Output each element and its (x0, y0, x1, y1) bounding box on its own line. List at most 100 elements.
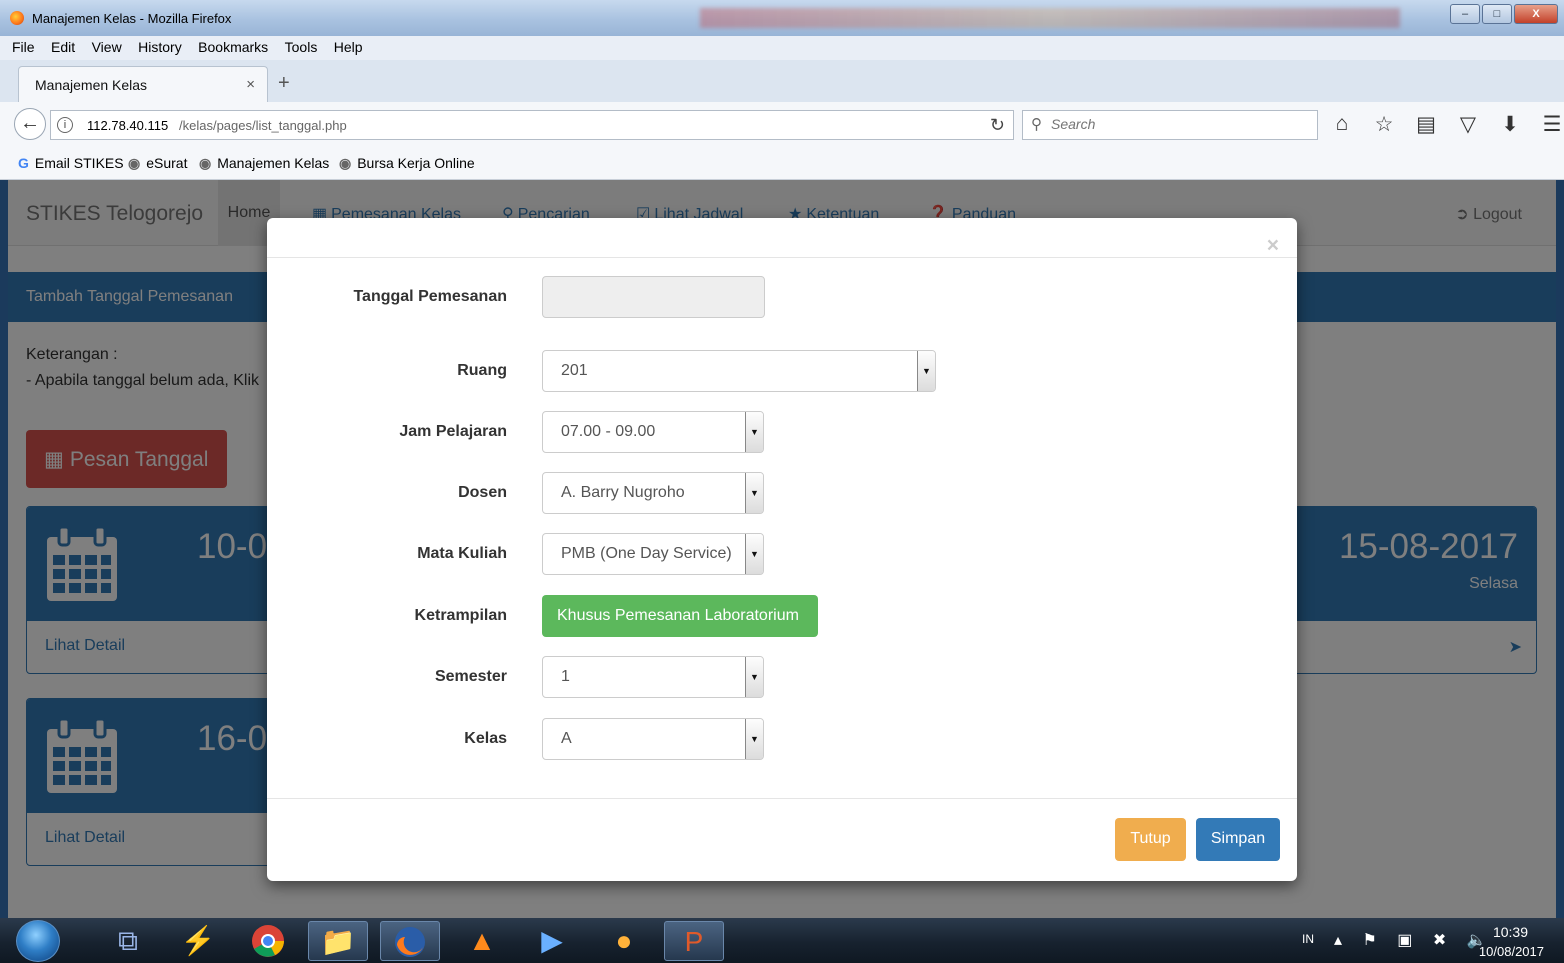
label-kelas: Kelas (464, 730, 507, 747)
url-bar[interactable]: i 112.78.40.115 /kelas/pages/list_tangga… (50, 110, 1014, 140)
dropdown-arrow-icon[interactable]: ▼ (745, 412, 763, 452)
globe-icon: ◉ (199, 155, 212, 171)
globe-icon: ◉ (128, 155, 141, 171)
bookmark-esurat[interactable]: ◉ eSurat (128, 155, 187, 172)
label-dosen: Dosen (458, 484, 507, 501)
label-semester: Semester (434, 668, 507, 685)
chrome-icon[interactable] (238, 921, 298, 961)
minimize-button[interactable]: – (1450, 4, 1480, 24)
dropdown-arrow-icon[interactable]: ▼ (745, 534, 763, 574)
modal-header: × (267, 218, 1297, 258)
kelas-select[interactable]: A ▼ (542, 718, 764, 760)
menubar: File Edit View History Bookmarks Tools H… (0, 36, 1564, 60)
close-window-button[interactable]: X (1514, 4, 1558, 24)
system-tray: IN ▴ ⚑ ▣ ✖ 🔈 10:39 10/08/2017 (1284, 918, 1564, 963)
window-title: Manajemen Kelas - Mozilla Firefox (32, 11, 232, 26)
hamburger-menu-icon[interactable]: ☰ (1540, 112, 1564, 137)
label-ketrampilan: Ketrampilan (414, 607, 507, 624)
dosen-value: A. Barry Nugroho (561, 484, 685, 501)
jam-pelajaran-select[interactable]: 07.00 - 09.00 ▼ (542, 411, 764, 453)
dosen-select[interactable]: A. Barry Nugroho ▼ (542, 472, 764, 514)
file-explorer-icon[interactable]: 📁 (308, 921, 368, 961)
url-path: /kelas/pages/list_tanggal.php (179, 118, 347, 133)
powerpoint-icon[interactable]: P (664, 921, 724, 961)
site-info-icon[interactable]: i (57, 117, 73, 133)
tab-close-icon[interactable]: × (246, 76, 255, 93)
menu-file[interactable]: File (12, 39, 35, 55)
window-titlebar: Manajemen Kelas - Mozilla Firefox – □ X (0, 0, 1564, 36)
bookmark-label: Manajemen Kelas (217, 155, 330, 171)
firefox-icon (10, 11, 24, 25)
bookmark-email-stikes[interactable]: G Email STIKES (18, 155, 124, 171)
menu-tools[interactable]: Tools (285, 39, 318, 55)
vlc-icon[interactable]: ▲ (452, 921, 512, 961)
url-host: 112.78.40.115 (87, 118, 169, 133)
label-mata-kuliah: Mata Kuliah (417, 545, 507, 562)
pocket-icon[interactable]: ▽ (1456, 112, 1480, 137)
menu-edit[interactable]: Edit (51, 39, 75, 55)
navigation-toolbar: ← i 112.78.40.115 /kelas/pages/list_tang… (0, 102, 1564, 146)
clock-time[interactable]: 10:39 (1493, 924, 1528, 940)
menu-help[interactable]: Help (334, 39, 363, 55)
mail-app-icon[interactable]: ⧉ (98, 921, 158, 961)
language-indicator[interactable]: IN (1302, 932, 1314, 946)
bookmark-star-icon[interactable]: ☆ (1372, 112, 1396, 137)
dropdown-arrow-icon[interactable]: ▼ (745, 657, 763, 697)
kelas-value: A (561, 730, 572, 747)
clock-date[interactable]: 10/08/2017 (1479, 944, 1544, 959)
windows-taskbar: ⧉ ⚡ 📁 ▲ ▶ ● P IN ▴ ⚑ ▣ ✖ 🔈 10:39 10/08/2… (0, 918, 1564, 963)
bookmark-label: eSurat (146, 155, 188, 171)
tab-label: Manajemen Kelas (35, 77, 148, 93)
label-tanggal-pemesanan: Tanggal Pemesanan (353, 288, 507, 305)
back-button[interactable]: ← (14, 108, 46, 140)
search-bar[interactable]: ⚲ (1022, 110, 1318, 140)
mata-kuliah-value: PMB (One Day Service) (561, 545, 732, 562)
download-icon[interactable]: ⬇ (1498, 112, 1522, 137)
start-button[interactable] (16, 920, 60, 962)
bookmark-manajemen-kelas[interactable]: ◉ Manajemen Kelas (199, 155, 329, 172)
window-controls: – □ X (1450, 4, 1558, 24)
bookmark-label: Email STIKES (34, 155, 124, 171)
tanggal-pemesanan-input[interactable] (542, 276, 765, 318)
dropdown-arrow-icon[interactable]: ▼ (917, 351, 935, 391)
modal-footer: Tutup Simpan (267, 798, 1297, 881)
reload-icon[interactable]: ↻ (990, 115, 1005, 136)
bookmark-label: Bursa Kerja Online (357, 155, 475, 171)
globe-icon: ◉ (339, 155, 352, 171)
home-icon[interactable]: ⌂ (1330, 112, 1354, 137)
tab-manajemen-kelas[interactable]: Manajemen Kelas × (18, 66, 268, 102)
ruang-value: 201 (561, 362, 588, 379)
label-jam-pelajaran: Jam Pelajaran (399, 423, 507, 440)
reading-list-icon[interactable]: ▤ (1414, 112, 1438, 137)
semester-value: 1 (561, 668, 570, 685)
new-tab-button[interactable]: + (278, 72, 290, 95)
khusus-laboratorium-button[interactable]: Khusus Pemesanan Laboratorium (542, 595, 818, 637)
semester-select[interactable]: 1 ▼ (542, 656, 764, 698)
media-player-icon[interactable]: ▶ (522, 921, 582, 961)
maximize-button[interactable]: □ (1482, 4, 1512, 24)
simpan-button[interactable]: Simpan (1196, 818, 1280, 861)
toolbar-icons: ⌂ ☆ ▤ ▽ ⬇ ☰ (1330, 112, 1564, 137)
google-icon: G (18, 155, 29, 171)
search-icon: ⚲ (1031, 116, 1042, 133)
utility-app-icon[interactable]: ⚡ (168, 921, 228, 961)
tab-bar: Manajemen Kelas × + (0, 60, 1564, 102)
menu-bookmarks[interactable]: Bookmarks (198, 39, 268, 55)
modal-close-icon[interactable]: × (1267, 235, 1279, 256)
app-icon[interactable]: ● (594, 921, 654, 961)
tray-icons[interactable]: ▴ ⚑ ▣ ✖ 🔈 (1334, 930, 1495, 950)
bookmarks-toolbar: G Email STIKES ◉ eSurat ◉ Manajemen Kelas ◉… (0, 146, 1564, 180)
dropdown-arrow-icon[interactable]: ▼ (745, 473, 763, 513)
tutup-button[interactable]: Tutup (1115, 818, 1186, 861)
dropdown-arrow-icon[interactable]: ▼ (745, 719, 763, 759)
label-ruang: Ruang (457, 362, 507, 379)
firefox-taskbar-icon[interactable] (380, 921, 440, 961)
bookmark-bursa-kerja[interactable]: ◉ Bursa Kerja Online (339, 155, 475, 172)
mata-kuliah-select[interactable]: PMB (One Day Service) ▼ (542, 533, 764, 575)
jam-pelajaran-value: 07.00 - 09.00 (561, 423, 656, 440)
menu-history[interactable]: History (138, 39, 182, 55)
ruang-select[interactable]: 201 ▼ (542, 350, 936, 392)
titlebar-background (700, 8, 1400, 28)
search-input[interactable] (1051, 116, 1301, 132)
menu-view[interactable]: View (92, 39, 122, 55)
